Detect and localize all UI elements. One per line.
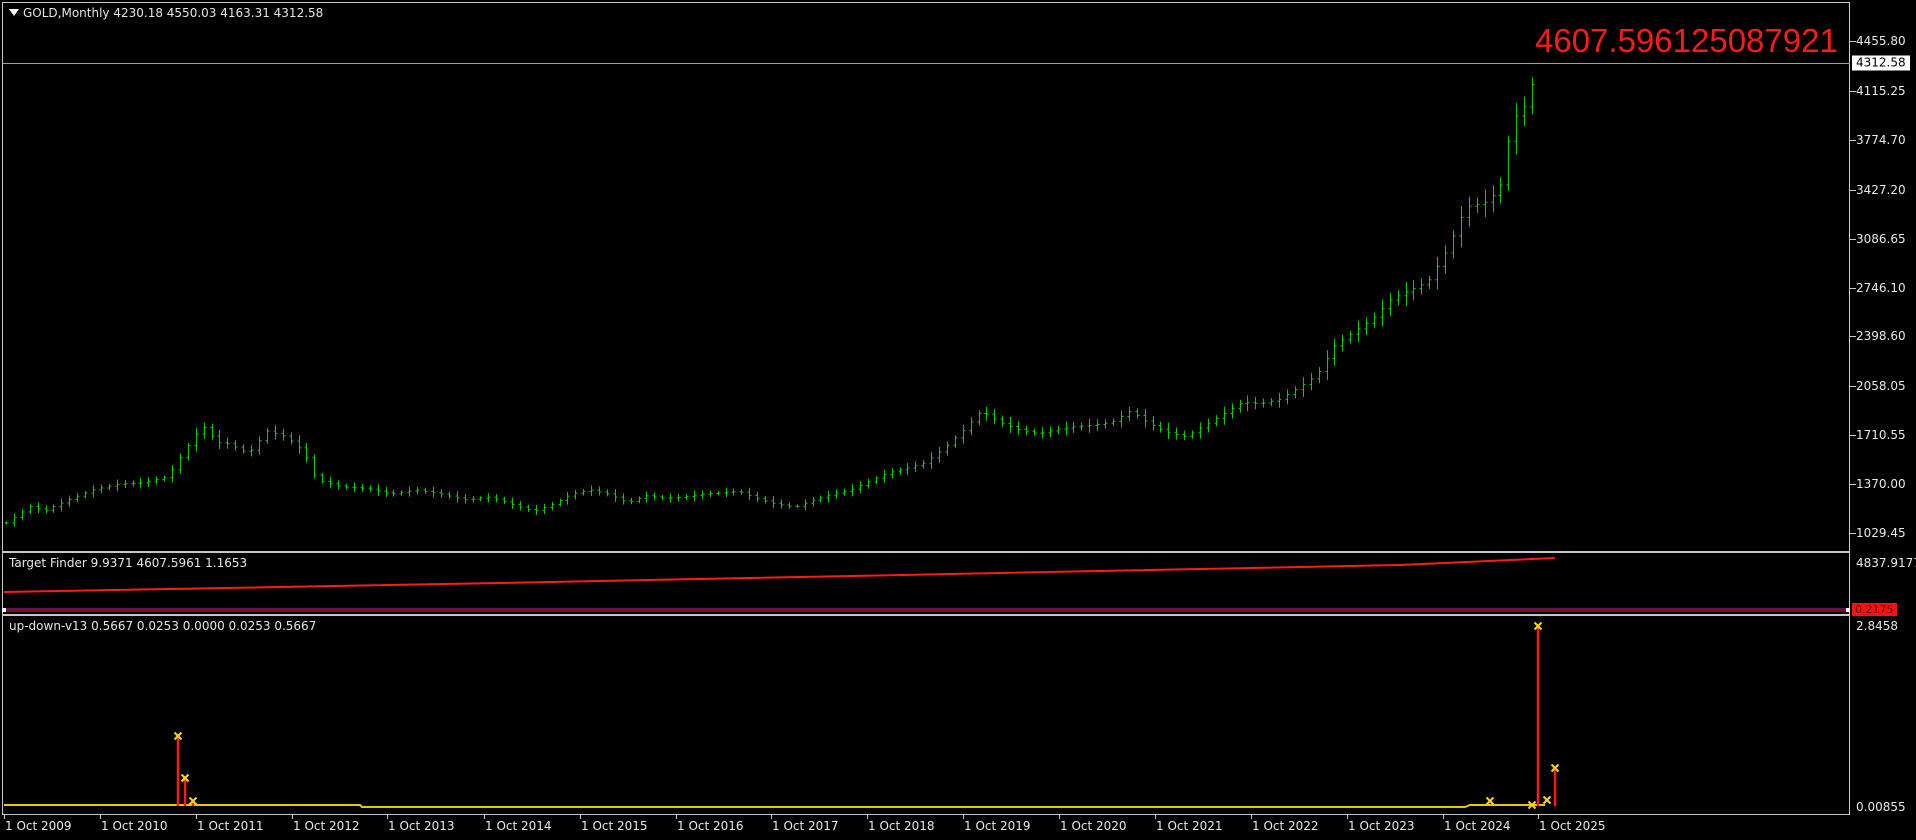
current-price-box: 4312.58 xyxy=(1852,55,1910,71)
time-axis-label: 1 Oct 2011 xyxy=(197,819,264,833)
time-axis-label: 1 Oct 2009 xyxy=(5,819,72,833)
price-axis-label: 2058.05 xyxy=(1856,379,1906,393)
time-axis-label: 1 Oct 2025 xyxy=(1539,819,1606,833)
price-axis-label: 4115.25 xyxy=(1856,84,1906,98)
time-axis-label: 1 Oct 2017 xyxy=(772,819,839,833)
price-axis-label: 3427.20 xyxy=(1856,183,1906,197)
time-axis-label: 1 Oct 2014 xyxy=(485,819,552,833)
price-axis-label: 3774.70 xyxy=(1856,133,1906,147)
price-axis-label: 1370.00 xyxy=(1856,477,1906,491)
time-axis-label: 1 Oct 2018 xyxy=(868,819,935,833)
time-axis-label: 1 Oct 2023 xyxy=(1348,819,1415,833)
time-axis-label: 1 Oct 2012 xyxy=(293,819,360,833)
tf-value-badge: 0.2175 xyxy=(1852,603,1897,616)
price-axis-label: 1710.55 xyxy=(1856,428,1906,442)
updown-baseline xyxy=(4,804,1545,808)
price-axis-label: 2746.10 xyxy=(1856,281,1906,295)
time-axis-label: 1 Oct 2013 xyxy=(388,819,455,833)
time-axis-label: 1 Oct 2020 xyxy=(1060,819,1127,833)
updown-axis-bottom: 0.00855 xyxy=(1856,800,1906,814)
time-axis-label: 1 Oct 2015 xyxy=(581,819,648,833)
price-axis-label: 3086.65 xyxy=(1856,232,1906,246)
price-axis-label: 2398.60 xyxy=(1856,329,1906,343)
price-axis-label: 1029.45 xyxy=(1856,526,1906,540)
time-axis-label: 1 Oct 2021 xyxy=(1156,819,1223,833)
time-axis-label: 1 Oct 2016 xyxy=(677,819,744,833)
time-axis-label: 1 Oct 2019 xyxy=(964,819,1031,833)
tf-marker-left xyxy=(2,608,6,612)
indicator-lines xyxy=(2,557,1850,810)
updown-axis-top: 2.8458 xyxy=(1856,619,1898,633)
updown-cross-marker-6 xyxy=(1542,795,1552,805)
price-axis-label: 4455.80 xyxy=(1856,34,1906,48)
time-axis-label: 1 Oct 2024 xyxy=(1444,819,1511,833)
time-axis-label: 1 Oct 2022 xyxy=(1252,819,1319,833)
tf-marker-right xyxy=(1846,608,1850,612)
target-finder-line xyxy=(3,557,1556,593)
time-axis-label: 1 Oct 2010 xyxy=(101,819,168,833)
tf-axis-label: 4837.9177 xyxy=(1856,556,1916,570)
updown-cross-marker-3 xyxy=(1485,796,1495,806)
